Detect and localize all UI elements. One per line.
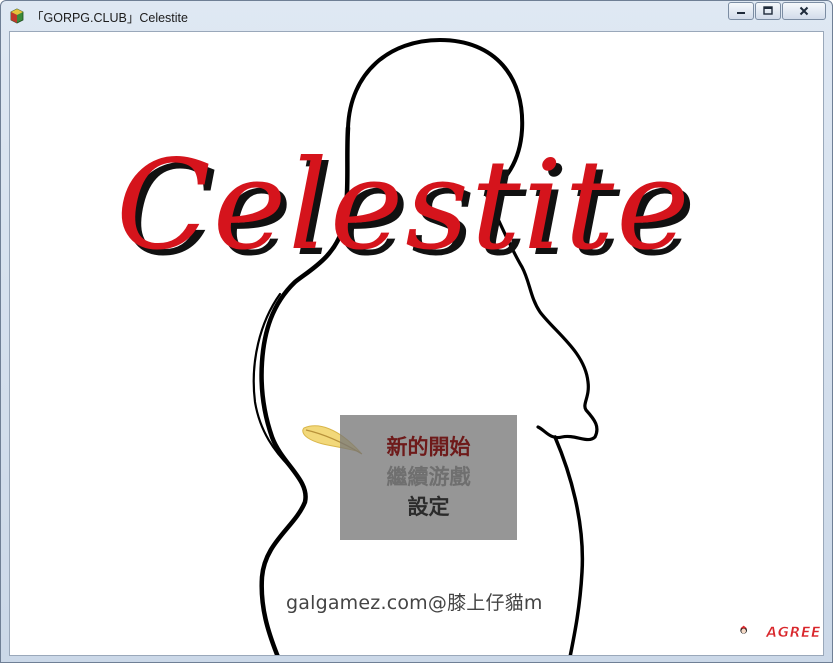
close-button[interactable] <box>782 2 826 20</box>
title-bar[interactable]: 「GORPG.CLUB」Celestite <box>1 1 832 31</box>
app-window: 「GORPG.CLUB」Celestite Celestite Celestit… <box>0 0 833 663</box>
agree-logo-text: AGREE <box>766 625 821 642</box>
new-game-button[interactable]: 新的開始 <box>340 433 517 461</box>
maximize-icon <box>763 6 773 15</box>
window-title: 「GORPG.CLUB」Celestite <box>31 11 188 25</box>
title-menu: 新的開始 繼續游戲 設定 <box>340 415 517 540</box>
game-title-text: Celestite <box>116 134 692 278</box>
watermark-text: galgamez.com@膝上仔貓m <box>286 592 543 614</box>
minimize-button[interactable] <box>728 2 754 20</box>
settings-button[interactable]: 設定 <box>340 493 517 521</box>
game-title-logo: Celestite Celestite <box>116 134 696 284</box>
game-app-icon <box>10 8 24 24</box>
minimize-icon <box>737 12 745 14</box>
close-icon <box>799 6 809 16</box>
continue-button[interactable]: 繼續游戲 <box>340 463 517 491</box>
maximize-button[interactable] <box>755 2 781 20</box>
game-screen[interactable]: Celestite Celestite 新的開始 繼續游戲 設定 galgame… <box>9 31 824 656</box>
window-controls <box>728 2 826 20</box>
agree-mascot-logo <box>740 625 747 634</box>
